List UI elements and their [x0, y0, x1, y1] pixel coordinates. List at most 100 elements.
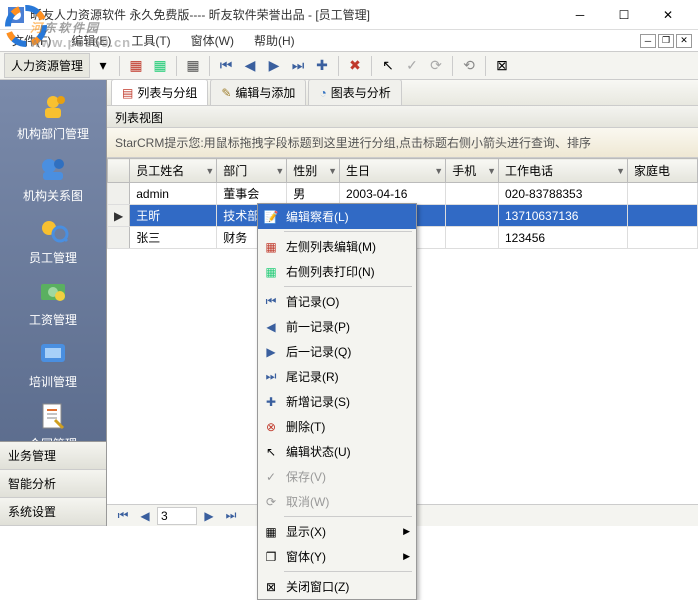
- prev-icon: ◀: [263, 320, 279, 334]
- close-window-icon[interactable]: ⊠: [491, 55, 513, 77]
- sidebar-item-employee[interactable]: 员工管理: [8, 210, 98, 270]
- ctx-first-record[interactable]: ⏮首记录(O): [258, 289, 416, 314]
- tab-bar: ▤列表与分组 ✎编辑与添加 ◔图表与分析: [107, 80, 698, 106]
- cancel-icon[interactable]: ⟳: [425, 55, 447, 77]
- print-right-icon[interactable]: ▦: [149, 55, 171, 77]
- nav-label: 员工管理: [29, 249, 77, 266]
- window-title: 昕友人力资源软件 永久免费版---- 昕友软件荣誉出品 - [员工管理]: [30, 6, 558, 23]
- delete-record-icon[interactable]: ✖: [344, 55, 366, 77]
- nav-next-icon[interactable]: ▶: [199, 509, 219, 523]
- titlebar: 昕友人力资源软件 永久免费版---- 昕友软件荣誉出品 - [员工管理] ─ ☐…: [0, 0, 698, 30]
- nav-label: 工资管理: [29, 311, 77, 328]
- tab-list-group[interactable]: ▤列表与分组: [111, 79, 208, 105]
- refresh-icon[interactable]: ⟲: [458, 55, 480, 77]
- sidebar-item-contract[interactable]: 合同管理: [8, 396, 98, 441]
- menu-window[interactable]: 窗体(W): [187, 30, 238, 51]
- right-list-icon: ▦: [263, 265, 279, 279]
- menu-edit[interactable]: 编辑(E): [67, 30, 115, 51]
- submenu-arrow-icon: ▶: [403, 551, 410, 562]
- minimize-button[interactable]: ─: [558, 1, 602, 29]
- toolbar-module-label: 人力资源管理: [4, 53, 90, 78]
- edit-left-icon[interactable]: ▦: [125, 55, 147, 77]
- sidebar: 机构部门管理 机构关系图 员工管理 工资管理 培训管理 合同管理 请假管理 业务…: [0, 80, 106, 526]
- table-row[interactable]: admin董事会男2003-04-16020-83788353: [108, 183, 698, 205]
- mdi-close[interactable]: ✕: [676, 34, 692, 48]
- sidebar-item-org-chart[interactable]: 机构关系图: [8, 148, 98, 208]
- dropdown-icon[interactable]: ▾: [92, 55, 114, 77]
- add-record-icon[interactable]: ✚: [311, 55, 333, 77]
- edit-view-icon: 📝: [263, 210, 279, 224]
- col-dept[interactable]: 部门▼: [217, 159, 287, 183]
- context-menu: 📝编辑察看(L) ▦左侧列表编辑(M) ▦右侧列表打印(N) ⏮首记录(O) ◀…: [257, 203, 417, 600]
- save-icon[interactable]: ✓: [401, 55, 423, 77]
- ctx-new-record[interactable]: ✚新增记录(S): [258, 389, 416, 414]
- save-check-icon: ✓: [263, 470, 279, 484]
- prev-record-icon[interactable]: ◀: [239, 55, 261, 77]
- cancel-undo-icon: ⟳: [263, 495, 279, 509]
- ctx-left-list-edit[interactable]: ▦左侧列表编辑(M): [258, 234, 416, 259]
- ctx-edit-view[interactable]: 📝编辑察看(L): [258, 204, 416, 229]
- delete-icon: ⊗: [263, 420, 279, 434]
- nav-prev-icon[interactable]: ◀: [135, 509, 155, 523]
- col-phone[interactable]: 工作电话▼: [499, 159, 628, 183]
- next-icon: ▶: [263, 345, 279, 359]
- sidebar-item-salary[interactable]: 工资管理: [8, 272, 98, 332]
- cursor-edit-icon: ↖: [263, 445, 279, 459]
- next-record-icon[interactable]: ▶: [263, 55, 285, 77]
- ctx-save: ✓保存(V): [258, 464, 416, 489]
- maximize-button[interactable]: ☐: [602, 1, 646, 29]
- sidebar-item-org-dept[interactable]: 机构部门管理: [8, 86, 98, 146]
- left-list-icon: ▦: [263, 240, 279, 254]
- tab-chart-analysis[interactable]: ◔图表与分析: [308, 79, 401, 105]
- ctx-delete[interactable]: ⊗删除(T): [258, 414, 416, 439]
- menubar: 文件(F) 编辑(E) 工具(T) 窗体(W) 帮助(H) ─ ❐ ✕: [0, 30, 698, 52]
- sidebar-section-analysis[interactable]: 智能分析: [0, 470, 106, 498]
- sidebar-item-training[interactable]: 培训管理: [8, 334, 98, 394]
- hint-bar: StarCRM提示您:用鼠标拖拽字段标题到这里进行分组,点击标题右侧小箭头进行查…: [107, 128, 698, 158]
- close-button[interactable]: ✕: [646, 1, 690, 29]
- ctx-next-record[interactable]: ▶后一记录(Q): [258, 339, 416, 364]
- cursor-icon[interactable]: ↖: [377, 55, 399, 77]
- app-icon: [8, 7, 24, 23]
- ctx-prev-record[interactable]: ◀前一记录(P): [258, 314, 416, 339]
- col-homephone[interactable]: 家庭电: [628, 159, 698, 183]
- last-record-icon[interactable]: ⏭: [287, 55, 309, 77]
- list-icon: ▤: [122, 86, 133, 100]
- close-win-icon: ⊠: [263, 580, 279, 594]
- mdi-minimize[interactable]: ─: [640, 34, 656, 48]
- grid-icon[interactable]: ▦: [182, 55, 204, 77]
- menu-file[interactable]: 文件(F): [8, 30, 55, 51]
- col-name[interactable]: 员工姓名▼: [130, 159, 217, 183]
- tab-edit-add[interactable]: ✎编辑与添加: [210, 79, 306, 105]
- window-icon: ❐: [263, 550, 279, 564]
- subheader: 列表视图: [107, 106, 698, 128]
- ctx-edit-state[interactable]: ↖编辑状态(U): [258, 439, 416, 464]
- chart-icon: ◔: [319, 86, 326, 100]
- sidebar-section-business[interactable]: 业务管理: [0, 442, 106, 470]
- main-toolbar: 人力资源管理 ▾ ▦ ▦ ▦ ⏮ ◀ ▶ ⏭ ✚ ✖ ↖ ✓ ⟳ ⟲ ⊠: [0, 52, 698, 80]
- edit-icon: ✎: [221, 86, 231, 100]
- menu-tools[interactable]: 工具(T): [127, 30, 174, 51]
- row-selector-header: [108, 159, 130, 183]
- nav-first-icon[interactable]: ⏮: [113, 508, 133, 523]
- nav-label: 机构部门管理: [17, 125, 89, 142]
- first-record-icon[interactable]: ⏮: [215, 55, 237, 77]
- ctx-right-list-print[interactable]: ▦右侧列表打印(N): [258, 259, 416, 284]
- nav-label: 培训管理: [29, 373, 77, 390]
- sidebar-section-settings[interactable]: 系统设置: [0, 498, 106, 526]
- ctx-last-record[interactable]: ⏭尾记录(R): [258, 364, 416, 389]
- ctx-close-window[interactable]: ⊠关闭窗口(Z): [258, 574, 416, 599]
- display-icon: ▦: [263, 525, 279, 539]
- ctx-window-submenu[interactable]: ❐窗体(Y)▶: [258, 544, 416, 569]
- ctx-display-submenu[interactable]: ▦显示(X)▶: [258, 519, 416, 544]
- submenu-arrow-icon: ▶: [403, 526, 410, 537]
- menu-help[interactable]: 帮助(H): [250, 30, 299, 51]
- mdi-restore[interactable]: ❐: [658, 34, 674, 48]
- nav-last-icon[interactable]: ⏭: [221, 508, 241, 523]
- col-gender[interactable]: 性别▼: [287, 159, 340, 183]
- last-icon: ⏭: [263, 369, 279, 384]
- col-mobile[interactable]: 手机▼: [446, 159, 499, 183]
- col-birthday[interactable]: 生日▼: [340, 159, 446, 183]
- nav-label: 机构关系图: [23, 187, 83, 204]
- record-number-input[interactable]: [157, 507, 197, 525]
